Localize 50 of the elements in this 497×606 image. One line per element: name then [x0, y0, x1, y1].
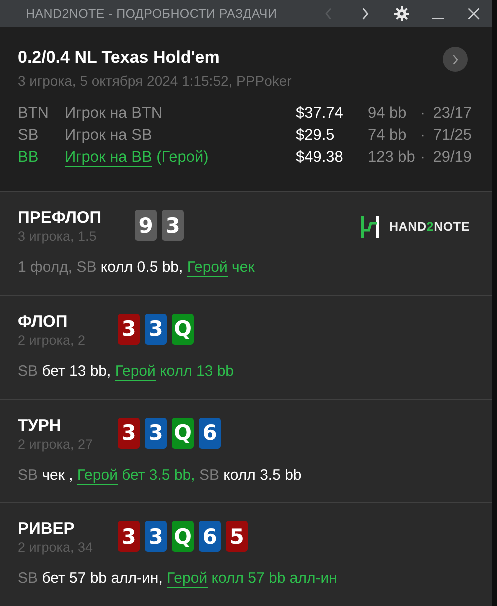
playing-card: Q	[172, 314, 194, 345]
window-title: HAND2NOTE - ПОДРОБНОСТИ РАЗДАЧИ	[26, 6, 278, 20]
playing-card: 9	[135, 210, 157, 241]
stack-amount: $37.74	[296, 104, 344, 124]
hand-info: 3 игрока, 5 октября 2024 1:15:52, PPPoker	[18, 73, 292, 89]
stack-bb: 94 bb	[368, 104, 408, 124]
player-link[interactable]: Герой	[115, 362, 156, 381]
playing-card: 3	[162, 210, 184, 241]
playing-card: 6	[199, 521, 221, 552]
game-title: 0.2/0.4 NL Texas Hold'em	[18, 48, 221, 68]
street-title: ПРЕФЛОП	[18, 209, 103, 228]
playing-card: Q	[172, 521, 194, 552]
action-line: SB чек , Герой бет 3.5 bb, SB колл 3.5 bb	[18, 466, 303, 484]
playing-card: Q	[172, 418, 194, 448]
player-stats: 23/17	[432, 104, 472, 124]
street-title: ФЛОП	[18, 312, 69, 332]
player-name: Игрок на BTN	[65, 105, 163, 122]
player-link[interactable]: Игрок на BB	[65, 149, 152, 167]
action-line: 1 фолд, SB колл 0.5 bb, Герой чек	[18, 259, 256, 276]
separator-dot: ·	[419, 148, 427, 168]
player-name: Игрок на SB	[65, 127, 152, 144]
stack-bb: 123 bb	[368, 148, 416, 168]
playing-card: 3	[118, 521, 140, 552]
playing-card: 3	[145, 314, 167, 345]
open-button[interactable]	[443, 47, 468, 72]
street-title: ТУРН	[18, 416, 62, 436]
street-title: РИВЕР	[18, 520, 76, 540]
player-link[interactable]: Герой	[187, 259, 228, 277]
playing-card: 3	[145, 418, 167, 448]
playing-card: 5	[226, 521, 248, 552]
playing-card: 6	[199, 418, 221, 448]
position-label: BB	[18, 147, 65, 169]
player-stats: 29/19	[432, 148, 472, 168]
position-label: SB	[18, 126, 40, 146]
player-stats: 71/25	[432, 126, 472, 146]
stack-bb: 74 bb	[368, 126, 408, 146]
separator-dot: ·	[419, 104, 427, 124]
stack-amount: $49.38	[296, 148, 344, 168]
separator-dot: ·	[419, 126, 427, 146]
logo-text: HAND2NOTE	[389, 220, 470, 234]
action-line: SB бет 13 bb, Герой колл 13 bb	[18, 362, 236, 380]
player-link[interactable]: Герой	[167, 570, 208, 588]
playing-card: 3	[118, 418, 140, 448]
playing-card: 3	[118, 314, 140, 345]
hero-tag: (Герой)	[156, 149, 209, 166]
stack-amount: $29.5	[296, 126, 336, 146]
action-line: SB бет 57 bb алл-ин, Герой колл 57 bb алл-ин	[18, 570, 338, 588]
player-link[interactable]: Герой	[77, 466, 118, 484]
playing-card: 3	[145, 521, 167, 552]
position-label: BTN	[18, 104, 50, 124]
